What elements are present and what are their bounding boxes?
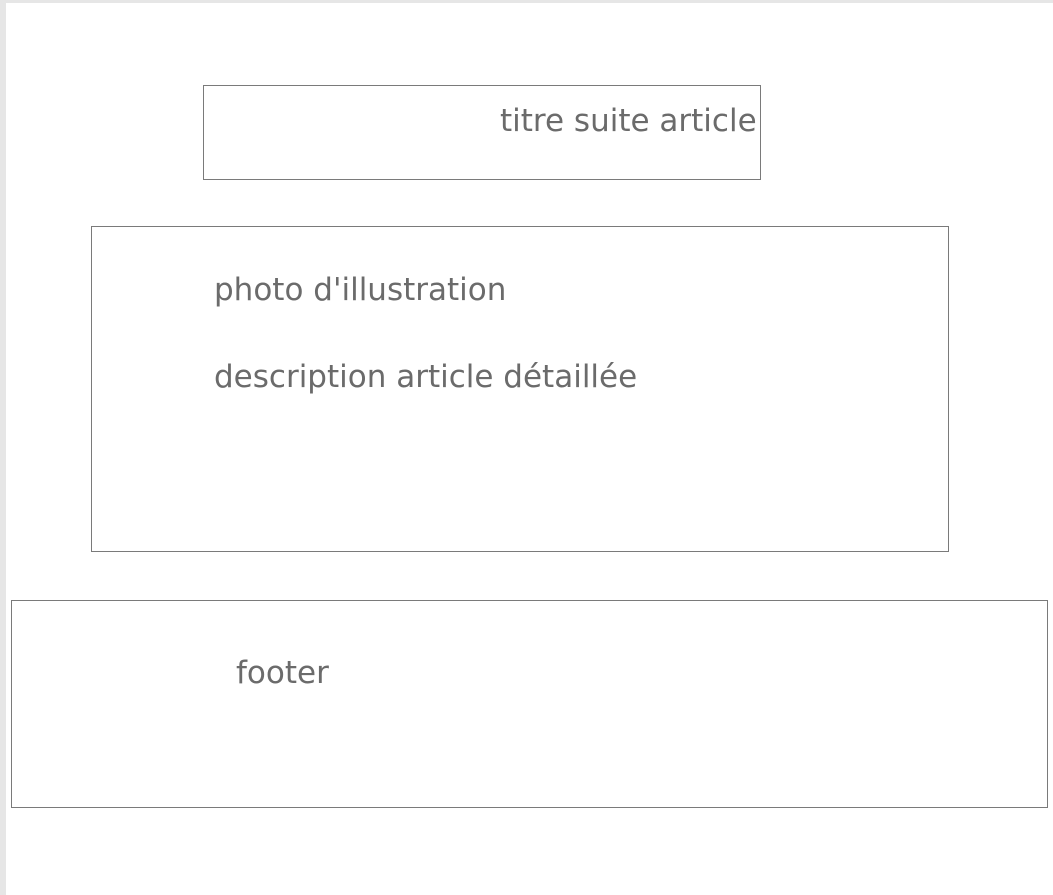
title-label: titre suite article	[500, 103, 757, 139]
footer-box	[11, 600, 1048, 808]
footer-label: footer	[236, 655, 329, 691]
description-label: description article détaillée	[214, 359, 638, 395]
photo-label: photo d'illustration	[214, 272, 507, 308]
